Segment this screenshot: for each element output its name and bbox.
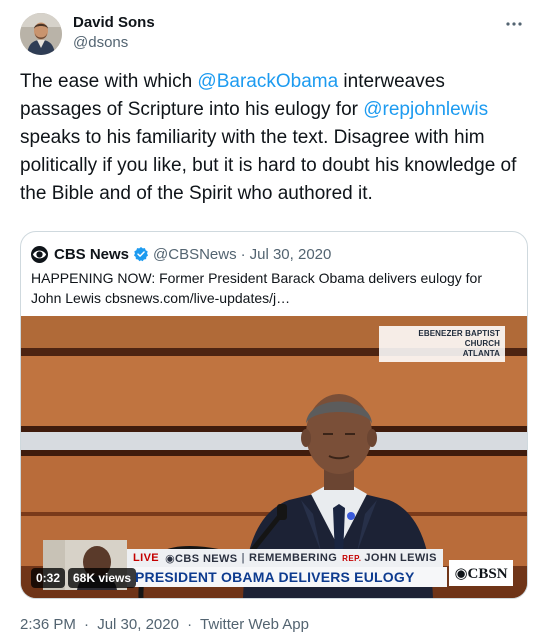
location-tag-line1: EBENEZER BAPTIST CHURCH [418, 329, 500, 348]
tweet-text-part: The ease with which [20, 71, 198, 92]
separator-dot: · [84, 616, 90, 633]
verified-badge-icon [134, 247, 149, 262]
ticker-separator: | [241, 552, 246, 564]
author-name[interactable]: David Sons [73, 14, 155, 31]
tweet-text: The ease with which @BarackObama interwe… [20, 68, 530, 208]
author-avatar[interactable] [20, 13, 62, 55]
video-views: 68K views [68, 568, 137, 588]
cbsn-logo: ◉CBSN [449, 560, 513, 586]
quoted-tweet-header: CBS News @CBSNews · Jul 30, 2020 [31, 244, 331, 264]
separator-dot: · [240, 245, 246, 263]
quoted-author-handle[interactable]: @CBSNews [153, 246, 237, 263]
author-handle[interactable]: @dsons [73, 34, 128, 51]
quoted-tweet[interactable]: CBS News @CBSNews · Jul 30, 2020 HAPPENI… [20, 231, 528, 599]
honoree-label: JOHN LEWIS [364, 552, 437, 564]
quoted-tweet-date[interactable]: Jul 30, 2020 [250, 246, 332, 263]
network-label: ◉CBS NEWS [165, 552, 238, 565]
more-options-icon[interactable] [504, 14, 524, 34]
avatar-photo-icon [20, 13, 62, 55]
tweet-time[interactable]: 2:36 PM [20, 616, 76, 633]
video-player[interactable]: EBENEZER BAPTIST CHURCH ATLANTA LIVE ◉CB… [21, 316, 527, 598]
cbs-eye-icon [31, 245, 48, 263]
quoted-tweet-text: HAPPENING NOW: Former President Barack O… [31, 268, 511, 308]
tweet-metadata: 2:36 PM · Jul 30, 2020 · Twitter Web App [20, 616, 309, 633]
video-headline: PRESIDENT OBAMA DELIVERS EULOGY [127, 567, 447, 587]
quoted-author-name[interactable]: CBS News [54, 246, 129, 263]
rep-label: REP. [342, 553, 362, 563]
remembering-label: REMEMBERING [249, 552, 338, 564]
video-duration: 0:32 [31, 568, 66, 588]
location-tag: EBENEZER BAPTIST CHURCH ATLANTA [379, 326, 505, 362]
mention-link[interactable]: @repjohnlewis [363, 99, 488, 120]
tweet: David Sons @dsons The ease with which @B… [0, 0, 542, 644]
tweet-source[interactable]: Twitter Web App [200, 616, 309, 633]
mention-link[interactable]: @BarackObama [197, 71, 338, 92]
tweet-date[interactable]: Jul 30, 2020 [97, 616, 179, 633]
location-tag-line2: ATLANTA [462, 349, 500, 358]
separator-dot: · [187, 616, 193, 633]
live-label: LIVE [133, 552, 160, 564]
quoted-tweet-link[interactable]: cbsnews.com/live-updates/j… [105, 290, 290, 306]
live-ticker: LIVE ◉CBS NEWS | REMEMBERING REP. JOHN L… [127, 549, 443, 567]
